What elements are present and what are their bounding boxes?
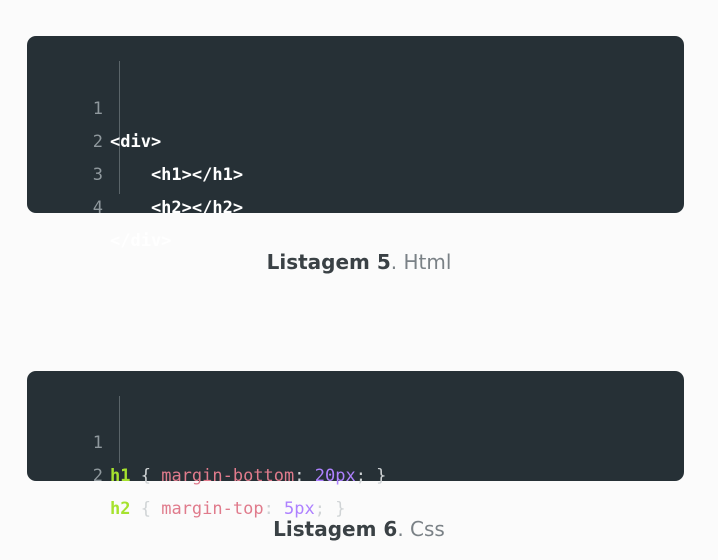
code-line: 2 <h1></h1> <box>27 93 243 185</box>
css-selector: h2 <box>110 499 131 519</box>
code-line: 1 h1 { margin-bottom: 20px; } <box>27 394 387 486</box>
code-line: 2 h2 { margin-top: 5px; } <box>27 427 346 519</box>
css-property: margin-bottom <box>161 466 295 486</box>
caption-label: Listagem 5 <box>266 250 391 274</box>
code-line: 1 <div> <box>27 60 161 152</box>
code-text: h1 { margin-bottom: 20px; } <box>110 460 386 493</box>
gutter-divider <box>119 396 120 463</box>
code-block-css: 1 h1 { margin-bottom: 20px; } 2 h2 { mar… <box>27 371 684 519</box>
css-brace-open: { <box>130 466 162 486</box>
css-value: 5px <box>284 499 315 519</box>
css-property: margin-top <box>161 499 264 519</box>
code-text: <div> <box>110 132 162 152</box>
caption-label: Listagem 6 <box>273 517 398 541</box>
code-line: 3 <h2></h2> <box>27 126 243 218</box>
code-block-html: 1 <div> 2 <h1></h1> 3 <h2></h2> 4 </div> <box>27 36 684 251</box>
line-number: 4 <box>92 198 103 218</box>
css-brace-open: { <box>130 499 162 519</box>
css-brace-close: ; } <box>355 466 387 486</box>
caption-listing-6: Listagem 6. Css <box>0 517 718 541</box>
caption-description: Css <box>403 517 445 541</box>
caption-description: Html <box>397 250 452 274</box>
caption-listing-5: Listagem 5. Html <box>0 250 718 274</box>
css-brace-close: ; } <box>314 499 346 519</box>
code-line: 4 </div> <box>27 159 172 251</box>
css-colon: : <box>263 499 285 519</box>
page: 1 <div> 2 <h1></h1> 3 <h2></h2> 4 </div>… <box>0 0 718 560</box>
css-value: 20px <box>314 466 356 486</box>
css-colon: : <box>294 466 315 486</box>
code-text: <h1></h1> <box>110 165 244 185</box>
line-number: 2 <box>92 466 103 486</box>
css-selector: h1 <box>110 466 131 486</box>
code-text: <h2></h2> <box>110 198 244 218</box>
